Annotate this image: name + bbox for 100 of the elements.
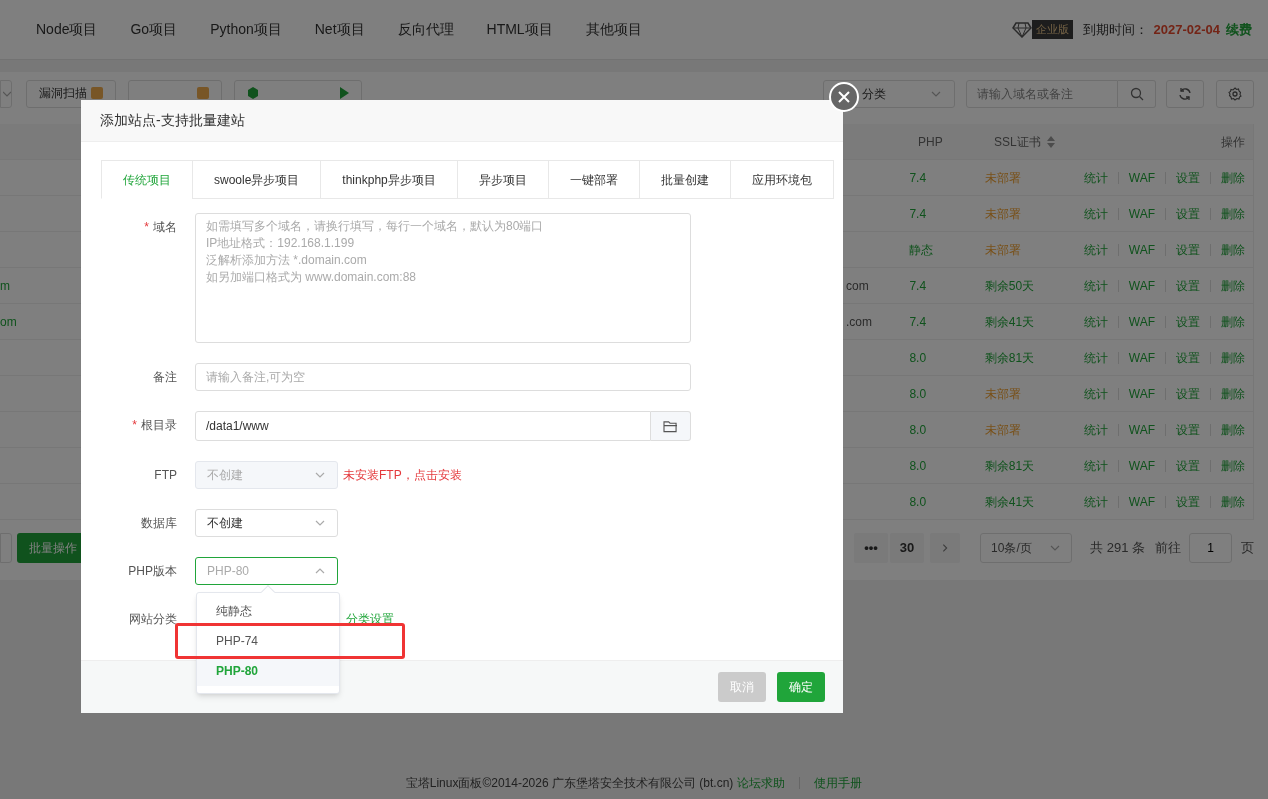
dialog-tab[interactable]: 传统项目 bbox=[101, 160, 193, 199]
action-link[interactable]: 删除 bbox=[1221, 312, 1245, 331]
action-link[interactable]: 设置 bbox=[1176, 168, 1200, 187]
php-version-link[interactable]: 8.0 bbox=[909, 458, 927, 473]
ssl-status-link[interactable]: 剩余81天 bbox=[984, 350, 1035, 365]
php-version-link[interactable]: 7.4 bbox=[909, 278, 927, 293]
note-field[interactable]: 请输入备注,可为空 bbox=[195, 363, 691, 391]
php-version-link[interactable]: 7.4 bbox=[909, 206, 927, 221]
search-icon bbox=[1129, 87, 1144, 101]
filter-select[interactable] bbox=[0, 80, 12, 108]
action-link[interactable]: 设置 bbox=[1176, 240, 1200, 259]
column-header[interactable]: SSL证书 bbox=[994, 132, 1041, 151]
action-link[interactable]: 设置 bbox=[1176, 492, 1200, 511]
ssl-status-link[interactable]: 剩余41天 bbox=[984, 314, 1035, 329]
nav-tab[interactable]: Node项目 bbox=[36, 19, 98, 40]
ssl-status-link[interactable]: 未部署 bbox=[984, 170, 1021, 185]
page-size-select[interactable]: 10条/页 bbox=[980, 533, 1073, 563]
action-link[interactable]: 删除 bbox=[1221, 456, 1245, 475]
required-mark: * bbox=[132, 417, 137, 434]
page-number-field[interactable]: 1 bbox=[1189, 533, 1232, 563]
dialog-tab[interactable]: swoole异步项目 bbox=[192, 160, 322, 199]
action-link[interactable]: WAF bbox=[1128, 312, 1155, 331]
action-link[interactable]: WAF bbox=[1128, 384, 1155, 403]
ssl-status-link[interactable]: 剩余50天 bbox=[984, 278, 1035, 293]
action-link[interactable]: 统计 bbox=[1083, 384, 1108, 403]
ssl-status-link[interactable]: 未部署 bbox=[984, 206, 1021, 221]
required-mark: * bbox=[144, 219, 149, 236]
action-link[interactable]: 统计 bbox=[1083, 204, 1108, 223]
action-link[interactable]: 删除 bbox=[1221, 276, 1245, 295]
action-link[interactable]: 统计 bbox=[1083, 312, 1108, 331]
ssl-status-link[interactable]: 未部署 bbox=[984, 242, 1021, 257]
edition-badge: 企业版 bbox=[1031, 20, 1073, 39]
action-link[interactable]: WAF bbox=[1128, 492, 1155, 511]
nav-tab[interactable]: HTML项目 bbox=[486, 19, 553, 40]
action-link[interactable]: 设置 bbox=[1176, 348, 1200, 367]
select-field[interactable]: PHP-80 bbox=[195, 557, 338, 585]
action-link[interactable]: 删除 bbox=[1221, 348, 1245, 367]
php-version-link[interactable]: 8.0 bbox=[909, 386, 927, 401]
search-field[interactable]: 请输入域名或备注 bbox=[966, 80, 1118, 108]
ssl-status-link[interactable]: 未部署 bbox=[984, 422, 1021, 437]
action-link[interactable]: WAF bbox=[1128, 276, 1155, 295]
renew-link[interactable]: 续费 bbox=[1226, 19, 1252, 40]
nav-tab[interactable]: Net项目 bbox=[314, 19, 365, 40]
settings-button[interactable] bbox=[1216, 80, 1254, 108]
field-label: 数据库 bbox=[141, 515, 177, 532]
ssl-status-link[interactable]: 剩余41天 bbox=[984, 494, 1035, 509]
page-button[interactable]: 30 bbox=[890, 533, 925, 563]
action-link[interactable]: 统计 bbox=[1083, 276, 1108, 295]
action-link[interactable]: 统计 bbox=[1083, 456, 1108, 475]
search-button[interactable] bbox=[1118, 80, 1156, 108]
dialog-tab[interactable]: 应用环境包 bbox=[729, 160, 834, 199]
site-name-link[interactable]: m bbox=[0, 278, 10, 293]
php-version-link[interactable]: 8.0 bbox=[909, 350, 927, 365]
nav-tab[interactable]: 其他项目 bbox=[585, 19, 642, 40]
site-name-link[interactable]: om bbox=[0, 314, 17, 329]
action-link[interactable]: WAF bbox=[1128, 240, 1155, 259]
action-link[interactable]: 删除 bbox=[1221, 492, 1245, 511]
php-version-link[interactable]: 7.4 bbox=[909, 314, 927, 329]
action-link[interactable]: 删除 bbox=[1221, 204, 1245, 223]
action-link[interactable]: 统计 bbox=[1083, 420, 1108, 439]
ssl-status-link[interactable]: 未部署 bbox=[984, 386, 1021, 401]
folder-button[interactable] bbox=[651, 411, 691, 441]
action-link[interactable]: 删除 bbox=[1221, 168, 1245, 187]
domain-textarea[interactable]: 如需填写多个域名，请换行填写，每行一个域名，默认为80端口 IP地址格式：192.168.1.199 泛解析添加方法 *.domain.com 如另加端口格式为 www.domain.com:88 bbox=[195, 213, 691, 343]
action-link[interactable]: 设置 bbox=[1176, 312, 1200, 331]
dropdown-option[interactable]: 纯静态 bbox=[197, 596, 339, 626]
select-field[interactable]: 不创建 bbox=[195, 509, 338, 537]
action-link[interactable]: 删除 bbox=[1221, 384, 1245, 403]
nav-tab[interactable]: 反向代理 bbox=[397, 19, 454, 40]
action-link[interactable]: 设置 bbox=[1176, 204, 1200, 223]
action-link[interactable]: WAF bbox=[1128, 420, 1155, 439]
action-link[interactable]: WAF bbox=[1128, 456, 1155, 475]
confirm-button[interactable]: 确定 bbox=[777, 672, 825, 702]
action-link[interactable]: 设置 bbox=[1176, 276, 1200, 295]
php-version-link[interactable]: 8.0 bbox=[909, 422, 927, 437]
sort-icon[interactable] bbox=[1046, 135, 1055, 148]
action-link[interactable]: 设置 bbox=[1176, 384, 1200, 403]
action-link[interactable]: 设置 bbox=[1176, 456, 1200, 475]
dropdown-option[interactable]: PHP-74 bbox=[197, 626, 339, 656]
refresh-button[interactable] bbox=[1166, 80, 1204, 108]
action-link[interactable]: 统计 bbox=[1083, 168, 1108, 187]
action-link[interactable]: 删除 bbox=[1221, 240, 1245, 259]
action-link[interactable]: WAF bbox=[1128, 348, 1155, 367]
root-directory-field[interactable]: /data1/www bbox=[195, 411, 651, 441]
php-version-link[interactable]: 7.4 bbox=[909, 170, 927, 185]
php-version-link[interactable]: 8.0 bbox=[909, 494, 927, 509]
nav-tab[interactable]: Python项目 bbox=[210, 19, 282, 40]
php-version-link[interactable]: 静态 bbox=[909, 242, 934, 257]
nav-tab[interactable]: Go项目 bbox=[130, 19, 178, 40]
footer-link[interactable]: 使用手册 bbox=[814, 774, 863, 792]
action-link[interactable]: 设置 bbox=[1176, 420, 1200, 439]
action-link[interactable]: 删除 bbox=[1221, 420, 1245, 439]
footer-link[interactable]: 论坛求助 bbox=[737, 774, 786, 792]
action-link[interactable]: 统计 bbox=[1083, 492, 1108, 511]
page-button[interactable]: ••• bbox=[854, 533, 889, 563]
action-link[interactable]: 统计 bbox=[1083, 348, 1108, 367]
action-link[interactable]: WAF bbox=[1128, 204, 1155, 223]
action-link[interactable]: WAF bbox=[1128, 168, 1155, 187]
ssl-status-link[interactable]: 剩余81天 bbox=[984, 458, 1035, 473]
action-link[interactable]: 统计 bbox=[1083, 240, 1108, 259]
